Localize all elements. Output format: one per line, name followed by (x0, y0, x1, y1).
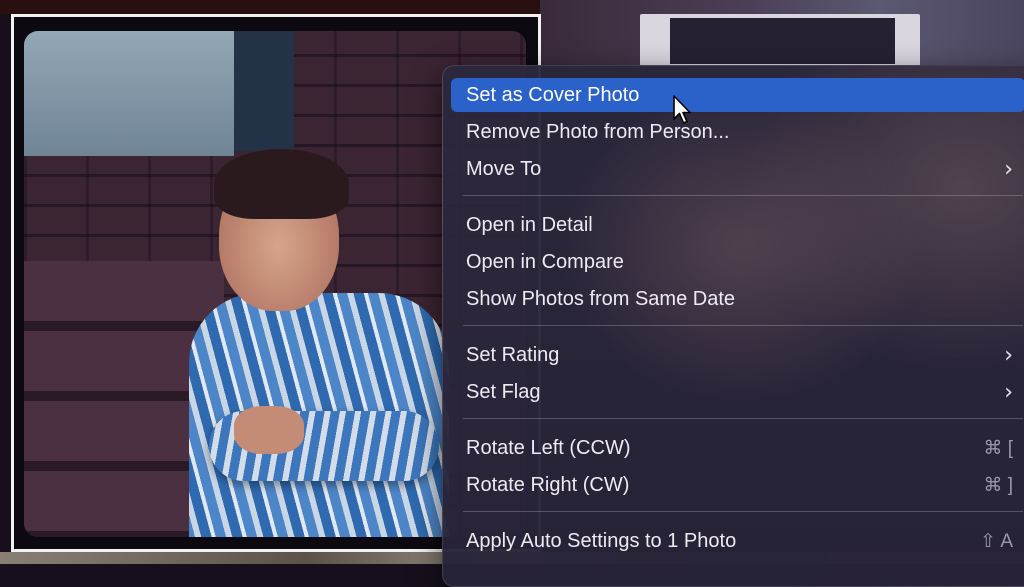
window (24, 31, 234, 156)
boy-hand (234, 406, 304, 454)
menu-item-remove-photo-from-person[interactable]: Remove Photo from Person... (451, 115, 1024, 149)
menu-item-set-as-cover-photo[interactable]: Set as Cover Photo (451, 78, 1024, 112)
menu-item-set-flag[interactable]: Set Flag › (451, 375, 1024, 409)
shortcut-label: ⌘ [ (983, 437, 1013, 459)
background-thumbnail-pane (670, 18, 895, 64)
menu-item-label: Rotate Left (CCW) (466, 436, 631, 459)
menu-item-label: Apply Auto Settings to 1 Photo (466, 529, 737, 552)
menu-item-set-rating[interactable]: Set Rating › (451, 338, 1024, 372)
boy-hair (214, 149, 349, 219)
menu-item-label: Set Flag (466, 380, 541, 403)
window-shadow (234, 31, 294, 151)
menu-item-open-in-compare[interactable]: Open in Compare (451, 245, 1024, 279)
arrow-cursor-icon (673, 95, 691, 124)
menu-item-rotate-right[interactable]: Rotate Right (CW) ⌘ ] (451, 468, 1024, 502)
shortcut-label: ⌘ ] (983, 474, 1013, 496)
context-menu: Set as Cover Photo Remove Photo from Per… (442, 65, 1024, 587)
menu-item-label: Show Photos from Same Date (466, 287, 736, 310)
menu-separator (463, 418, 1023, 419)
chevron-right-icon: › (1004, 156, 1013, 182)
menu-item-label: Open in Compare (466, 250, 624, 273)
menu-separator (463, 325, 1023, 326)
menu-separator (463, 195, 1023, 196)
menu-item-open-in-detail[interactable]: Open in Detail (451, 208, 1024, 242)
chevron-right-icon: › (1004, 342, 1013, 368)
menu-item-label: Move To (466, 157, 542, 180)
shortcut-label: ⇧ A (980, 530, 1013, 552)
menu-item-show-photos-from-same-date[interactable]: Show Photos from Same Date (451, 282, 1024, 316)
menu-item-label: Rotate Right (CW) (466, 473, 630, 496)
menu-item-move-to[interactable]: Move To › (451, 152, 1024, 186)
menu-item-label: Set as Cover Photo (466, 83, 640, 106)
menu-item-label: Set Rating (466, 343, 560, 366)
menu-item-rotate-left[interactable]: Rotate Left (CCW) ⌘ [ (451, 431, 1024, 465)
chevron-right-icon: › (1004, 379, 1013, 405)
menu-item-label: Open in Detail (466, 213, 593, 236)
menu-separator (463, 511, 1023, 512)
menu-item-apply-auto-settings[interactable]: Apply Auto Settings to 1 Photo ⇧ A (451, 524, 1024, 558)
